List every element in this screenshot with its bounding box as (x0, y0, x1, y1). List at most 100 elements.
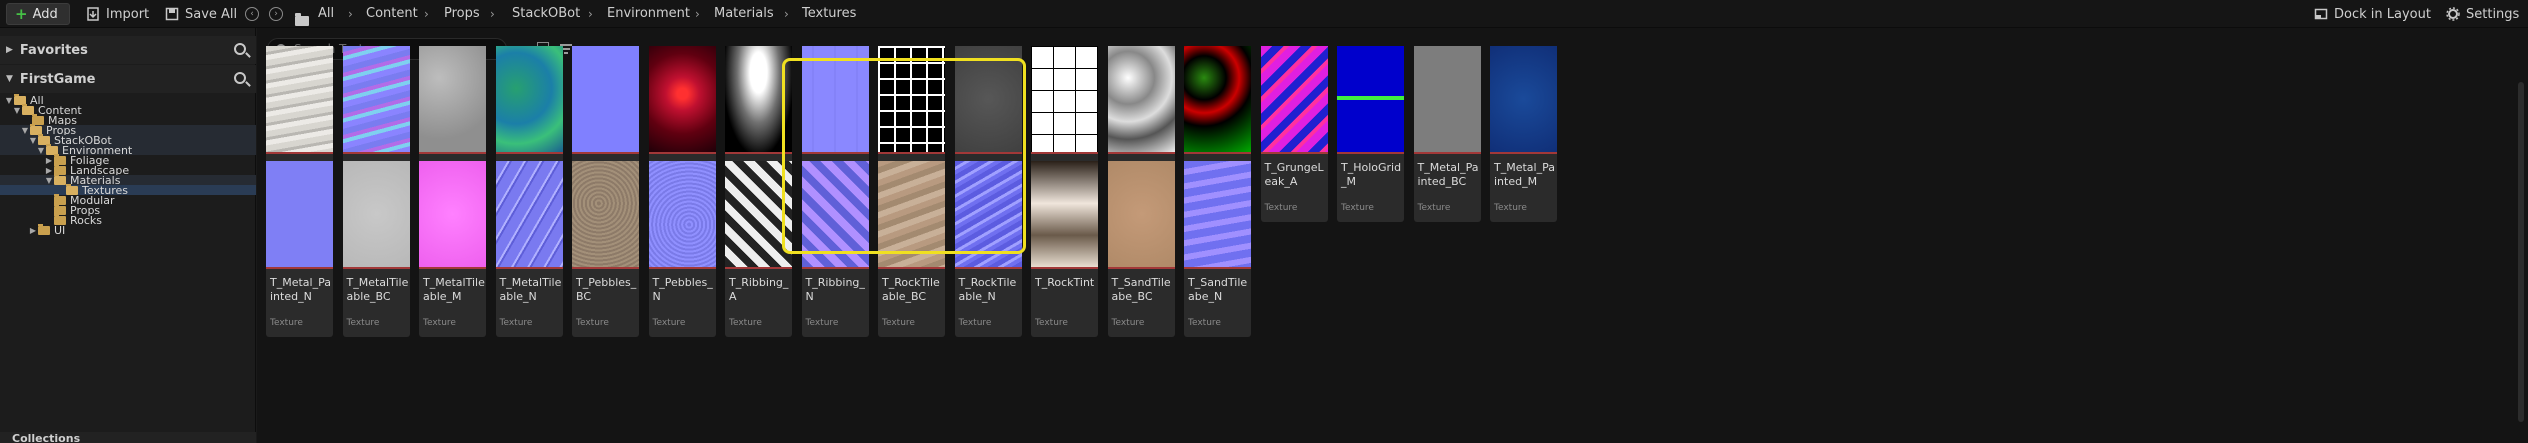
asset-tile[interactable]: T_Pebbles_BC Texture (572, 161, 639, 337)
asset-tile[interactable]: T_Pebbles_N Texture (648, 161, 716, 337)
history-back-icon[interactable]: ‹ (245, 7, 259, 21)
texture-thumbnail (342, 161, 410, 267)
asset-type-bar (1107, 267, 1175, 269)
breadcrumb-all[interactable]: All (318, 0, 334, 28)
texture-thumbnail (419, 46, 486, 152)
asset-type-bar (1490, 152, 1557, 154)
asset-tile[interactable]: T_SandTileabe_BC Texture (1107, 161, 1175, 337)
texture-thumbnail (342, 46, 410, 152)
breadcrumb-separator-icon: › (588, 7, 593, 21)
asset-type: Texture (729, 318, 762, 328)
texture-thumbnail (1184, 161, 1251, 267)
texture-thumbnail (572, 161, 639, 267)
asset-name: T_Ribbing_A (729, 276, 789, 303)
tree-item-modular[interactable]: Modular (0, 193, 256, 207)
asset-name: T_Ribbing_N (805, 276, 865, 303)
asset-type-bar (266, 152, 333, 154)
texture-thumbnail (1413, 46, 1481, 152)
chevron-down-icon: ▼ (6, 74, 13, 84)
tree-item-landscape[interactable]: ▶ Landscape (0, 163, 256, 177)
asset-type: Texture (958, 318, 992, 328)
asset-type-bar (1031, 267, 1098, 269)
dock-in-layout-button[interactable]: Dock in Layout (2314, 0, 2431, 28)
plus-icon: + (15, 5, 28, 23)
breadcrumb-content[interactable]: Content (366, 0, 418, 28)
chevron-right-icon: ▶ (45, 165, 53, 175)
texture-thumbnail (266, 46, 333, 152)
tree-item-materials[interactable]: ▼ Materials (0, 173, 256, 187)
asset-name: T_MetalTileable_BC (346, 276, 409, 303)
collections-header[interactable]: Collections (0, 432, 256, 443)
tree-item-ui[interactable]: ▶ UI (0, 223, 256, 237)
asset-name: T_Pebbles_BC (576, 276, 637, 303)
texture-thumbnail (1260, 46, 1328, 152)
asset-name: T_Metal_Painted_M (1494, 161, 1555, 188)
texture-thumbnail (1184, 46, 1251, 152)
scrollbar[interactable] (2518, 82, 2524, 422)
toolbar: + Add Import Save All ‹ › All › Content … (0, 0, 2528, 28)
asset-type-bar (419, 152, 486, 154)
asset-type: Texture (1188, 318, 1221, 328)
asset-tile[interactable]: T_GrungeLeak_A Texture (1260, 46, 1328, 222)
texture-thumbnail (1490, 46, 1557, 152)
asset-type-bar (1184, 267, 1251, 269)
asset-type-bar (572, 267, 639, 269)
search-icon[interactable] (234, 43, 246, 55)
asset-type-bar (495, 267, 563, 269)
asset-name: T_Metal_Painted_N (270, 276, 331, 303)
asset-name: T_RockTint (1035, 276, 1095, 289)
asset-type: Texture (1417, 203, 1451, 213)
asset-tile[interactable]: T_RockTint Texture (1031, 161, 1098, 337)
breadcrumb-materials[interactable]: Materials (714, 0, 774, 28)
settings-button[interactable]: Settings (2446, 0, 2519, 28)
chevron-down-icon: ▼ (37, 145, 45, 155)
asset-type-bar (1184, 152, 1251, 154)
breadcrumb-separator-icon: › (424, 7, 429, 21)
tree-item-maps[interactable]: Maps (0, 113, 256, 127)
asset-tile[interactable]: T_SandTileabe_N Texture (1184, 161, 1251, 337)
asset-type: Texture (576, 318, 609, 328)
asset-tile[interactable]: T_MetalTileable_BC Texture (342, 161, 410, 337)
tree-item-props-sub[interactable]: Props (0, 203, 256, 217)
asset-tile[interactable]: T_Metal_Painted_N Texture (266, 161, 333, 337)
settings-label: Settings (2466, 6, 2520, 22)
asset-type: Texture (423, 318, 456, 328)
breadcrumb-stackobot[interactable]: StackOBot (512, 0, 580, 28)
asset-name: T_MetalTileable_N (499, 276, 562, 303)
asset-type: Texture (270, 318, 303, 328)
asset-tile[interactable]: T_HoloGrid_M Texture (1337, 46, 1404, 222)
breadcrumb-separator-icon: › (784, 7, 789, 21)
breadcrumb-environment[interactable]: Environment (607, 0, 690, 28)
asset-name: T_Pebbles_N (652, 276, 713, 303)
tree-item-textures[interactable]: Textures (0, 183, 256, 197)
tree-item-content[interactable]: ▼ Content (0, 103, 256, 117)
asset-tile[interactable]: T_MetalTileable_M Texture (419, 161, 486, 337)
save-all-button[interactable]: Save All (165, 0, 237, 28)
history-forward-icon[interactable]: › (269, 7, 283, 21)
asset-name: T_Metal_Painted_BC (1417, 161, 1479, 188)
import-button[interactable]: Import (86, 0, 149, 28)
asset-type-bar (342, 267, 410, 269)
asset-name: T_RockTileable_BC (882, 276, 940, 303)
tree-item-environment[interactable]: ▼ Environment (0, 143, 256, 157)
search-icon[interactable] (234, 72, 246, 84)
asset-type: Texture (499, 318, 533, 328)
asset-type: Texture (882, 318, 915, 328)
favorites-label: Favorites (19, 42, 88, 58)
texture-thumbnail (1031, 46, 1098, 152)
breadcrumb-props[interactable]: Props (444, 0, 480, 28)
asset-tile[interactable]: T_Metal_Painted_M Texture (1490, 46, 1557, 222)
add-button[interactable]: + Add (6, 3, 70, 25)
dock-in-layout-label: Dock in Layout (2334, 6, 2431, 22)
favorites-header[interactable]: ▶ Favorites (0, 36, 256, 64)
asset-type: Texture (1264, 203, 1298, 213)
chevron-down-icon: ▼ (21, 125, 29, 135)
asset-type-bar (648, 267, 716, 269)
asset-tile[interactable]: T_MetalTileable_N Texture (495, 161, 563, 337)
project-header[interactable]: ▼ FirstGame (0, 65, 256, 93)
breadcrumb-textures[interactable]: Textures (802, 0, 856, 28)
texture-thumbnail (419, 161, 486, 267)
asset-name: T_RockTileable_N (958, 276, 1017, 303)
asset-tile[interactable]: T_Metal_Painted_BC Texture (1413, 46, 1481, 222)
folder-icon (38, 223, 50, 235)
